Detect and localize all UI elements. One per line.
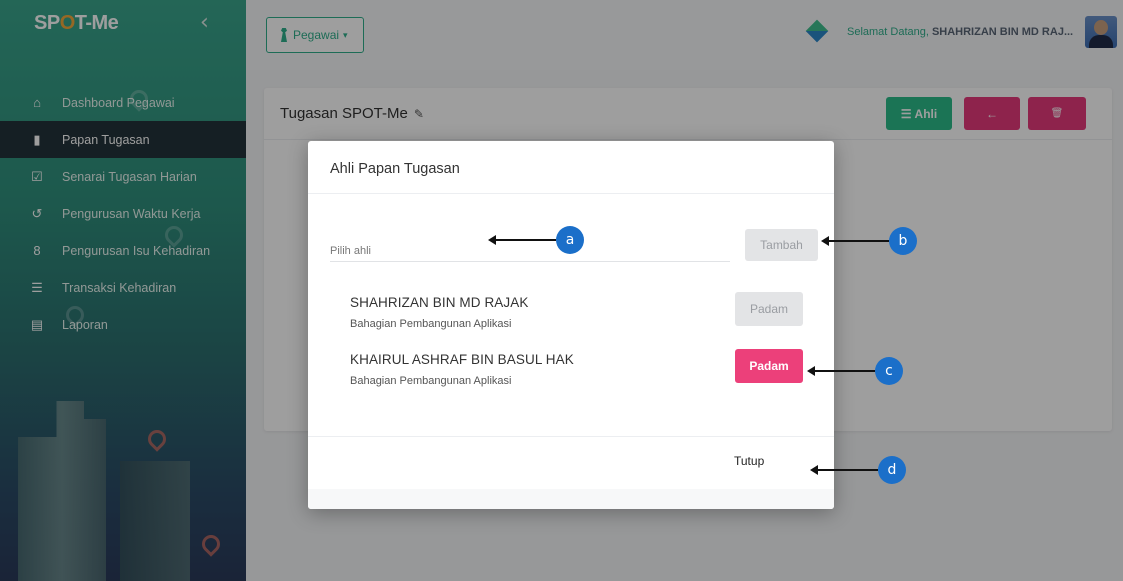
member-name: SHAHRIZAN BIN MD RAJAK (350, 295, 529, 310)
annotation-marker-b: b (889, 227, 917, 255)
modal-footer: Tutup (308, 436, 834, 489)
member-department: Bahagian Pembangunan Aplikasi (350, 375, 512, 387)
remove-member-button[interactable]: Padam (735, 292, 803, 326)
annotation-marker-c: c (875, 357, 903, 385)
annotation-arrow (810, 465, 878, 475)
modal-bottom-strip (308, 489, 834, 509)
list-item: KHAIRUL ASHRAF BIN BASUL HAK Bahagian Pe… (350, 352, 574, 387)
annotation-arrow (821, 236, 889, 246)
modal-title: Ahli Papan Tugasan (330, 161, 460, 177)
remove-member-button[interactable]: Padam (735, 349, 803, 383)
members-modal: Ahli Papan Tugasan Tambah SHAHRIZAN BIN … (308, 141, 834, 509)
close-button[interactable]: Tutup (734, 454, 764, 468)
member-department: Bahagian Pembangunan Aplikasi (350, 318, 512, 330)
divider (308, 193, 834, 194)
annotation-marker-d: d (878, 456, 906, 484)
member-name: KHAIRUL ASHRAF BIN BASUL HAK (350, 352, 574, 367)
annotation-arrow (807, 366, 875, 376)
annotation-arrow (488, 235, 556, 245)
add-member-button[interactable]: Tambah (745, 229, 818, 261)
list-item: SHAHRIZAN BIN MD RAJAK Bahagian Pembangu… (350, 295, 528, 330)
annotation-marker-a: a (556, 226, 584, 254)
